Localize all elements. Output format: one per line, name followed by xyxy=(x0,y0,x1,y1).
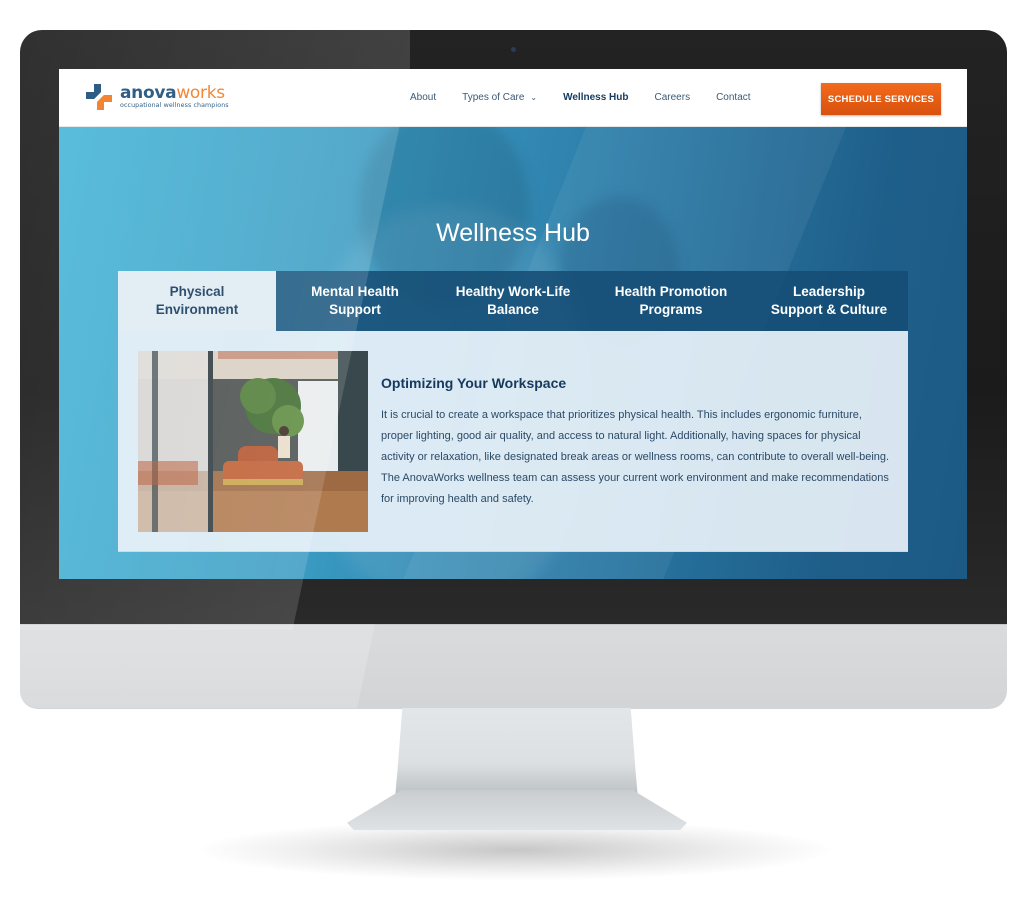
chevron-down-icon: ⌄ xyxy=(530,93,538,102)
website-screen: anovaworks occupational wellness champio… xyxy=(59,69,967,579)
chin-glare xyxy=(20,624,380,708)
brand-logo[interactable]: anovaworks occupational wellness champio… xyxy=(84,82,229,112)
site-header: anovaworks occupational wellness champio… xyxy=(59,69,967,127)
nav-contact[interactable]: Contact xyxy=(716,92,750,103)
medical-cross-logo-icon xyxy=(86,84,112,110)
camera-icon xyxy=(511,47,516,52)
hero-section: Wellness Hub Physical Environment Mental … xyxy=(59,127,967,579)
nav-types-of-care[interactable]: Types of Care ⌄ xyxy=(462,92,537,103)
tab-panel-content: Optimizing Your Workspace It is crucial … xyxy=(381,375,891,510)
schedule-services-button[interactable]: SCHEDULE SERVICES xyxy=(821,83,941,115)
tab-healthy-work-life-balance[interactable]: Healthy Work-Life Balance xyxy=(434,271,592,331)
tab-physical-environment[interactable]: Physical Environment xyxy=(118,271,276,331)
nav-careers[interactable]: Careers xyxy=(655,92,691,103)
main-nav: About Types of Care ⌄ Wellness Hub Career… xyxy=(410,69,777,126)
nav-wellness-hub[interactable]: Wellness Hub xyxy=(563,92,628,103)
wellness-tabs: Physical Environment Mental Health Support… xyxy=(118,271,908,331)
section-body: It is crucial to create a workspace that… xyxy=(381,409,890,505)
brand-name: anovaworks xyxy=(120,82,225,103)
nav-about[interactable]: About xyxy=(410,92,436,103)
tab-panel-physical-environment: Optimizing Your Workspace It is crucial … xyxy=(118,331,908,552)
tab-mental-health-support[interactable]: Mental Health Support xyxy=(276,271,434,331)
brand-tagline: occupational wellness champions xyxy=(120,101,229,109)
monitor-stand-foot xyxy=(347,790,687,830)
office-photo-illustration xyxy=(138,351,368,532)
section-heading: Optimizing Your Workspace xyxy=(381,375,567,391)
tab-health-promotion-programs[interactable]: Health Promotion Programs xyxy=(592,271,750,331)
monitor-stand-neck xyxy=(395,708,638,798)
office-lounge-photo xyxy=(138,351,368,532)
page-title: Wellness Hub xyxy=(436,219,590,247)
tab-leadership-support-culture[interactable]: Leadership Support & Culture xyxy=(750,271,908,331)
